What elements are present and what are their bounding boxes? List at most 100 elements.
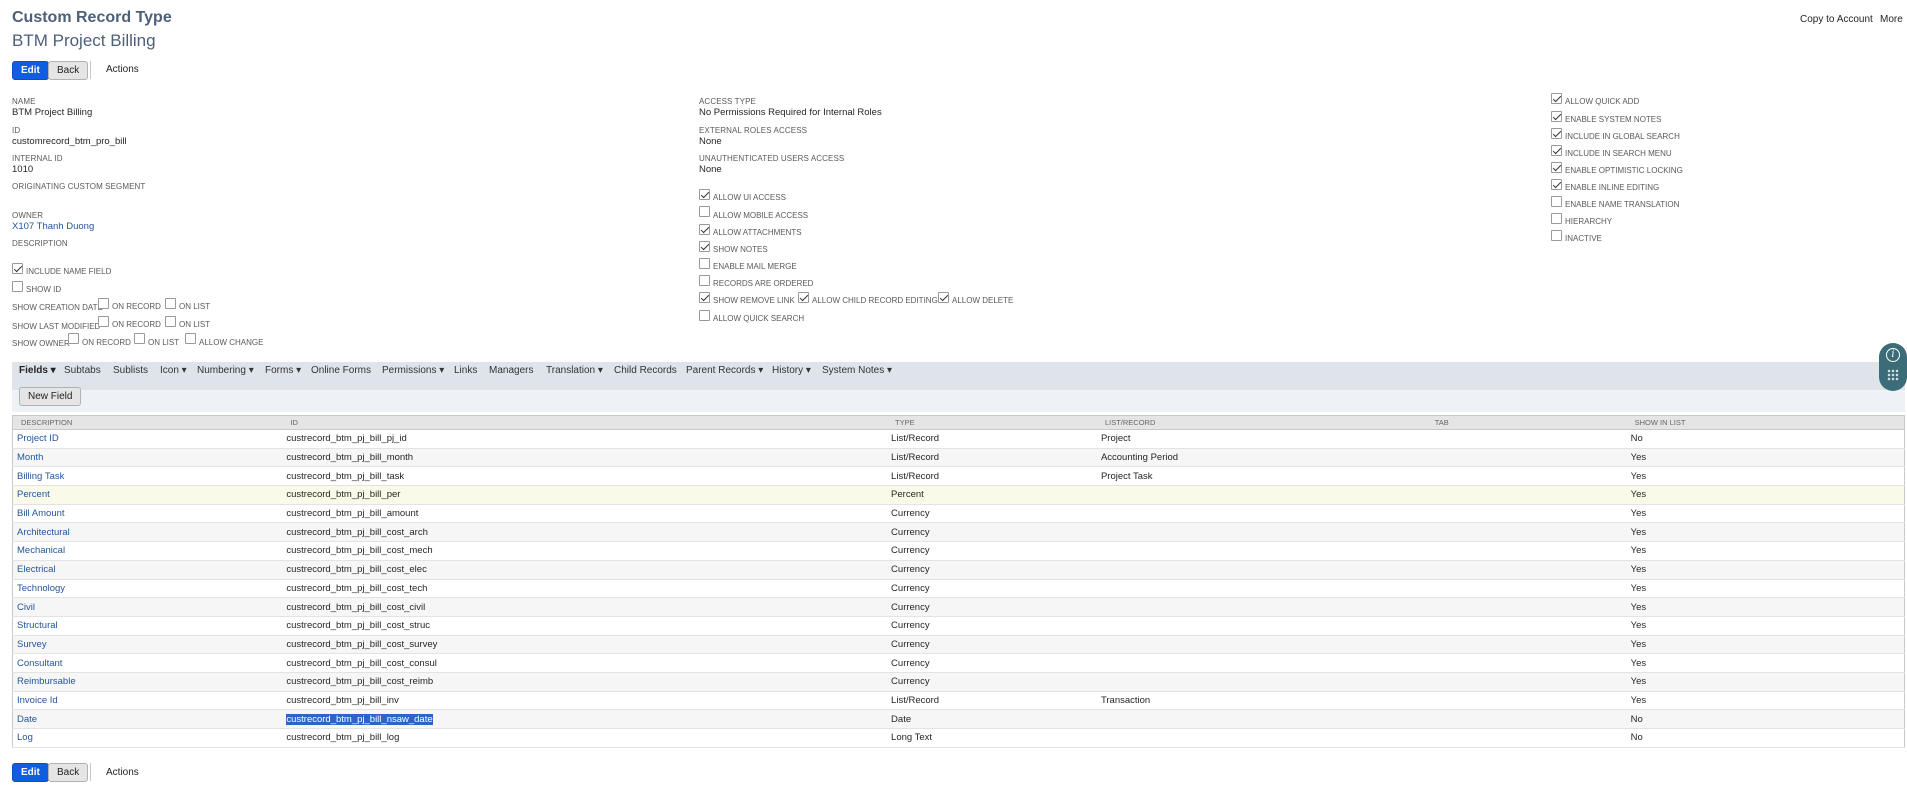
field-description-link[interactable]: Survey bbox=[12, 635, 283, 655]
show-remove-link-checkbox[interactable] bbox=[699, 292, 710, 303]
column-header-description[interactable]: Description bbox=[12, 415, 283, 430]
edit-button-bottom[interactable]: Edit bbox=[12, 763, 49, 782]
field-id: custrecord_btm_pj_bill_cost_consul bbox=[282, 653, 888, 673]
tab-system-notes[interactable]: System Notes ▾ bbox=[822, 365, 892, 376]
field-description-link[interactable]: Billing Task bbox=[12, 466, 283, 487]
field-description-link[interactable]: Bill Amount bbox=[12, 504, 283, 524]
field-description-link[interactable]: Date bbox=[12, 709, 283, 729]
field-description-link[interactable]: Structural bbox=[12, 616, 283, 636]
column-header-tab[interactable]: Tab bbox=[1426, 415, 1627, 430]
allow-quick-search-checkbox[interactable] bbox=[699, 310, 710, 321]
optimistic-locking-checkbox[interactable] bbox=[1551, 162, 1562, 173]
inactive-checkbox[interactable] bbox=[1551, 230, 1562, 241]
field-description-link[interactable]: Month bbox=[12, 448, 283, 468]
show-notes-checkbox[interactable] bbox=[699, 241, 710, 252]
tab-parent-records[interactable]: Parent Records ▾ bbox=[686, 365, 763, 376]
field-description-link[interactable]: Invoice Id bbox=[12, 691, 283, 711]
table-row: Billing Task custrecord_btm_pj_bill_task… bbox=[12, 466, 1905, 487]
field-list-record bbox=[1096, 709, 1427, 729]
back-button-bottom[interactable]: Back bbox=[48, 763, 89, 782]
name-label: Name bbox=[12, 97, 36, 106]
owner-link[interactable]: X107 Thanh Duong bbox=[12, 221, 94, 232]
allow-attachments-checkbox[interactable] bbox=[699, 224, 710, 235]
tab-subtabs[interactable]: Subtabs bbox=[64, 365, 101, 376]
field-id: custrecord_btm_pj_bill_cost_tech bbox=[282, 579, 888, 599]
allow-quick-add-label: Allow Quick Add bbox=[1565, 97, 1640, 106]
field-description-link[interactable]: Consultant bbox=[12, 653, 283, 673]
tab-icon[interactable]: Icon ▾ bbox=[160, 365, 187, 376]
modified-on-list-label: On List bbox=[179, 320, 211, 329]
include-name-field-checkbox[interactable] bbox=[12, 263, 23, 274]
tab-translation[interactable]: Translation ▾ bbox=[546, 365, 603, 376]
actions-menu[interactable]: Actions bbox=[106, 64, 139, 75]
column-header-show-in-list[interactable]: Show in List bbox=[1626, 415, 1905, 430]
creation-on-list-checkbox[interactable] bbox=[165, 298, 176, 309]
allow-child-editing-checkbox[interactable] bbox=[798, 292, 809, 303]
column-header-list-record[interactable]: List/Record bbox=[1096, 415, 1427, 430]
tab-fields[interactable]: Fields ▾ bbox=[19, 365, 56, 376]
back-button[interactable]: Back bbox=[48, 61, 89, 80]
owner-allow-change-checkbox[interactable] bbox=[185, 333, 196, 344]
field-description-link[interactable]: Technology bbox=[12, 579, 283, 599]
owner-on-record-checkbox[interactable] bbox=[68, 333, 79, 344]
allow-mobile-access-checkbox[interactable] bbox=[699, 206, 710, 217]
tab-sublists[interactable]: Sublists bbox=[113, 365, 148, 376]
info-icon[interactable]: i bbox=[1886, 348, 1900, 362]
field-id: custrecord_btm_pj_bill_cost_struc bbox=[282, 616, 888, 636]
field-description-link[interactable]: Percent bbox=[12, 485, 283, 505]
more-menu[interactable]: More bbox=[1880, 14, 1903, 25]
new-field-button[interactable]: New Field bbox=[19, 387, 82, 406]
field-id: custrecord_btm_pj_bill_inv bbox=[282, 691, 888, 711]
tab-links[interactable]: Links bbox=[454, 365, 477, 376]
records-ordered-checkbox[interactable] bbox=[699, 275, 710, 286]
apps-grid-icon[interactable] bbox=[1887, 369, 1899, 381]
creation-on-record-checkbox[interactable] bbox=[98, 298, 109, 309]
enable-system-notes-checkbox[interactable] bbox=[1551, 111, 1562, 122]
tab-permissions[interactable]: Permissions ▾ bbox=[382, 365, 444, 376]
inline-editing-checkbox[interactable] bbox=[1551, 179, 1562, 190]
field-show-in-list: No bbox=[1626, 429, 1905, 449]
field-description-link[interactable]: Architectural bbox=[12, 522, 283, 543]
field-tab bbox=[1426, 429, 1627, 449]
table-row: Electrical custrecord_btm_pj_bill_cost_e… bbox=[12, 560, 1905, 580]
hierarchy-label: Hierarchy bbox=[1565, 217, 1613, 226]
toolbar-divider-bottom bbox=[90, 763, 91, 781]
table-header: Description ID Type List/Record Tab Show… bbox=[12, 415, 1905, 430]
tab-managers[interactable]: Managers bbox=[489, 365, 533, 376]
tab-child-records[interactable]: Child Records bbox=[614, 365, 677, 376]
actions-menu-bottom[interactable]: Actions bbox=[106, 767, 139, 778]
enable-mail-merge-checkbox[interactable] bbox=[699, 258, 710, 269]
field-description-link[interactable]: Reimbursable bbox=[12, 672, 283, 692]
allow-ui-access-checkbox[interactable] bbox=[699, 189, 710, 200]
global-search-checkbox[interactable] bbox=[1551, 128, 1562, 139]
column-header-id[interactable]: ID bbox=[282, 415, 888, 430]
edit-button[interactable]: Edit bbox=[12, 61, 49, 80]
help-widget[interactable]: i bbox=[1879, 343, 1907, 391]
field-description-link[interactable]: Electrical bbox=[12, 560, 283, 580]
owner-on-list-checkbox[interactable] bbox=[134, 333, 145, 344]
field-show-in-list: Yes bbox=[1626, 448, 1905, 468]
field-show-in-list: Yes bbox=[1626, 579, 1905, 599]
tab-numbering[interactable]: Numbering ▾ bbox=[197, 365, 254, 376]
modified-on-record-checkbox[interactable] bbox=[98, 316, 109, 327]
search-menu-checkbox[interactable] bbox=[1551, 145, 1562, 156]
table-row: Architectural custrecord_btm_pj_bill_cos… bbox=[12, 522, 1905, 543]
selected-field-id-text[interactable]: custrecord_btm_pj_bill_nsaw_date bbox=[286, 713, 433, 725]
description-label: Description bbox=[12, 239, 68, 248]
hierarchy-checkbox[interactable] bbox=[1551, 213, 1562, 224]
id-value: customrecord_btm_pro_bill bbox=[12, 136, 127, 147]
allow-delete-checkbox[interactable] bbox=[938, 292, 949, 303]
copy-to-account-link[interactable]: Copy to Account bbox=[1800, 14, 1873, 25]
field-description-link[interactable]: Civil bbox=[12, 597, 283, 617]
field-description-link[interactable]: Project ID bbox=[12, 429, 283, 449]
column-header-type[interactable]: Type bbox=[887, 415, 1097, 430]
name-translation-checkbox[interactable] bbox=[1551, 196, 1562, 207]
modified-on-list-checkbox[interactable] bbox=[165, 316, 176, 327]
show-id-checkbox[interactable] bbox=[12, 281, 23, 292]
allow-quick-add-checkbox[interactable] bbox=[1551, 93, 1562, 104]
tab-online-forms[interactable]: Online Forms bbox=[311, 365, 371, 376]
field-description-link[interactable]: Mechanical bbox=[12, 541, 283, 561]
tab-forms[interactable]: Forms ▾ bbox=[265, 365, 301, 376]
tab-history[interactable]: History ▾ bbox=[772, 365, 811, 376]
field-description-link[interactable]: Log bbox=[12, 728, 283, 748]
